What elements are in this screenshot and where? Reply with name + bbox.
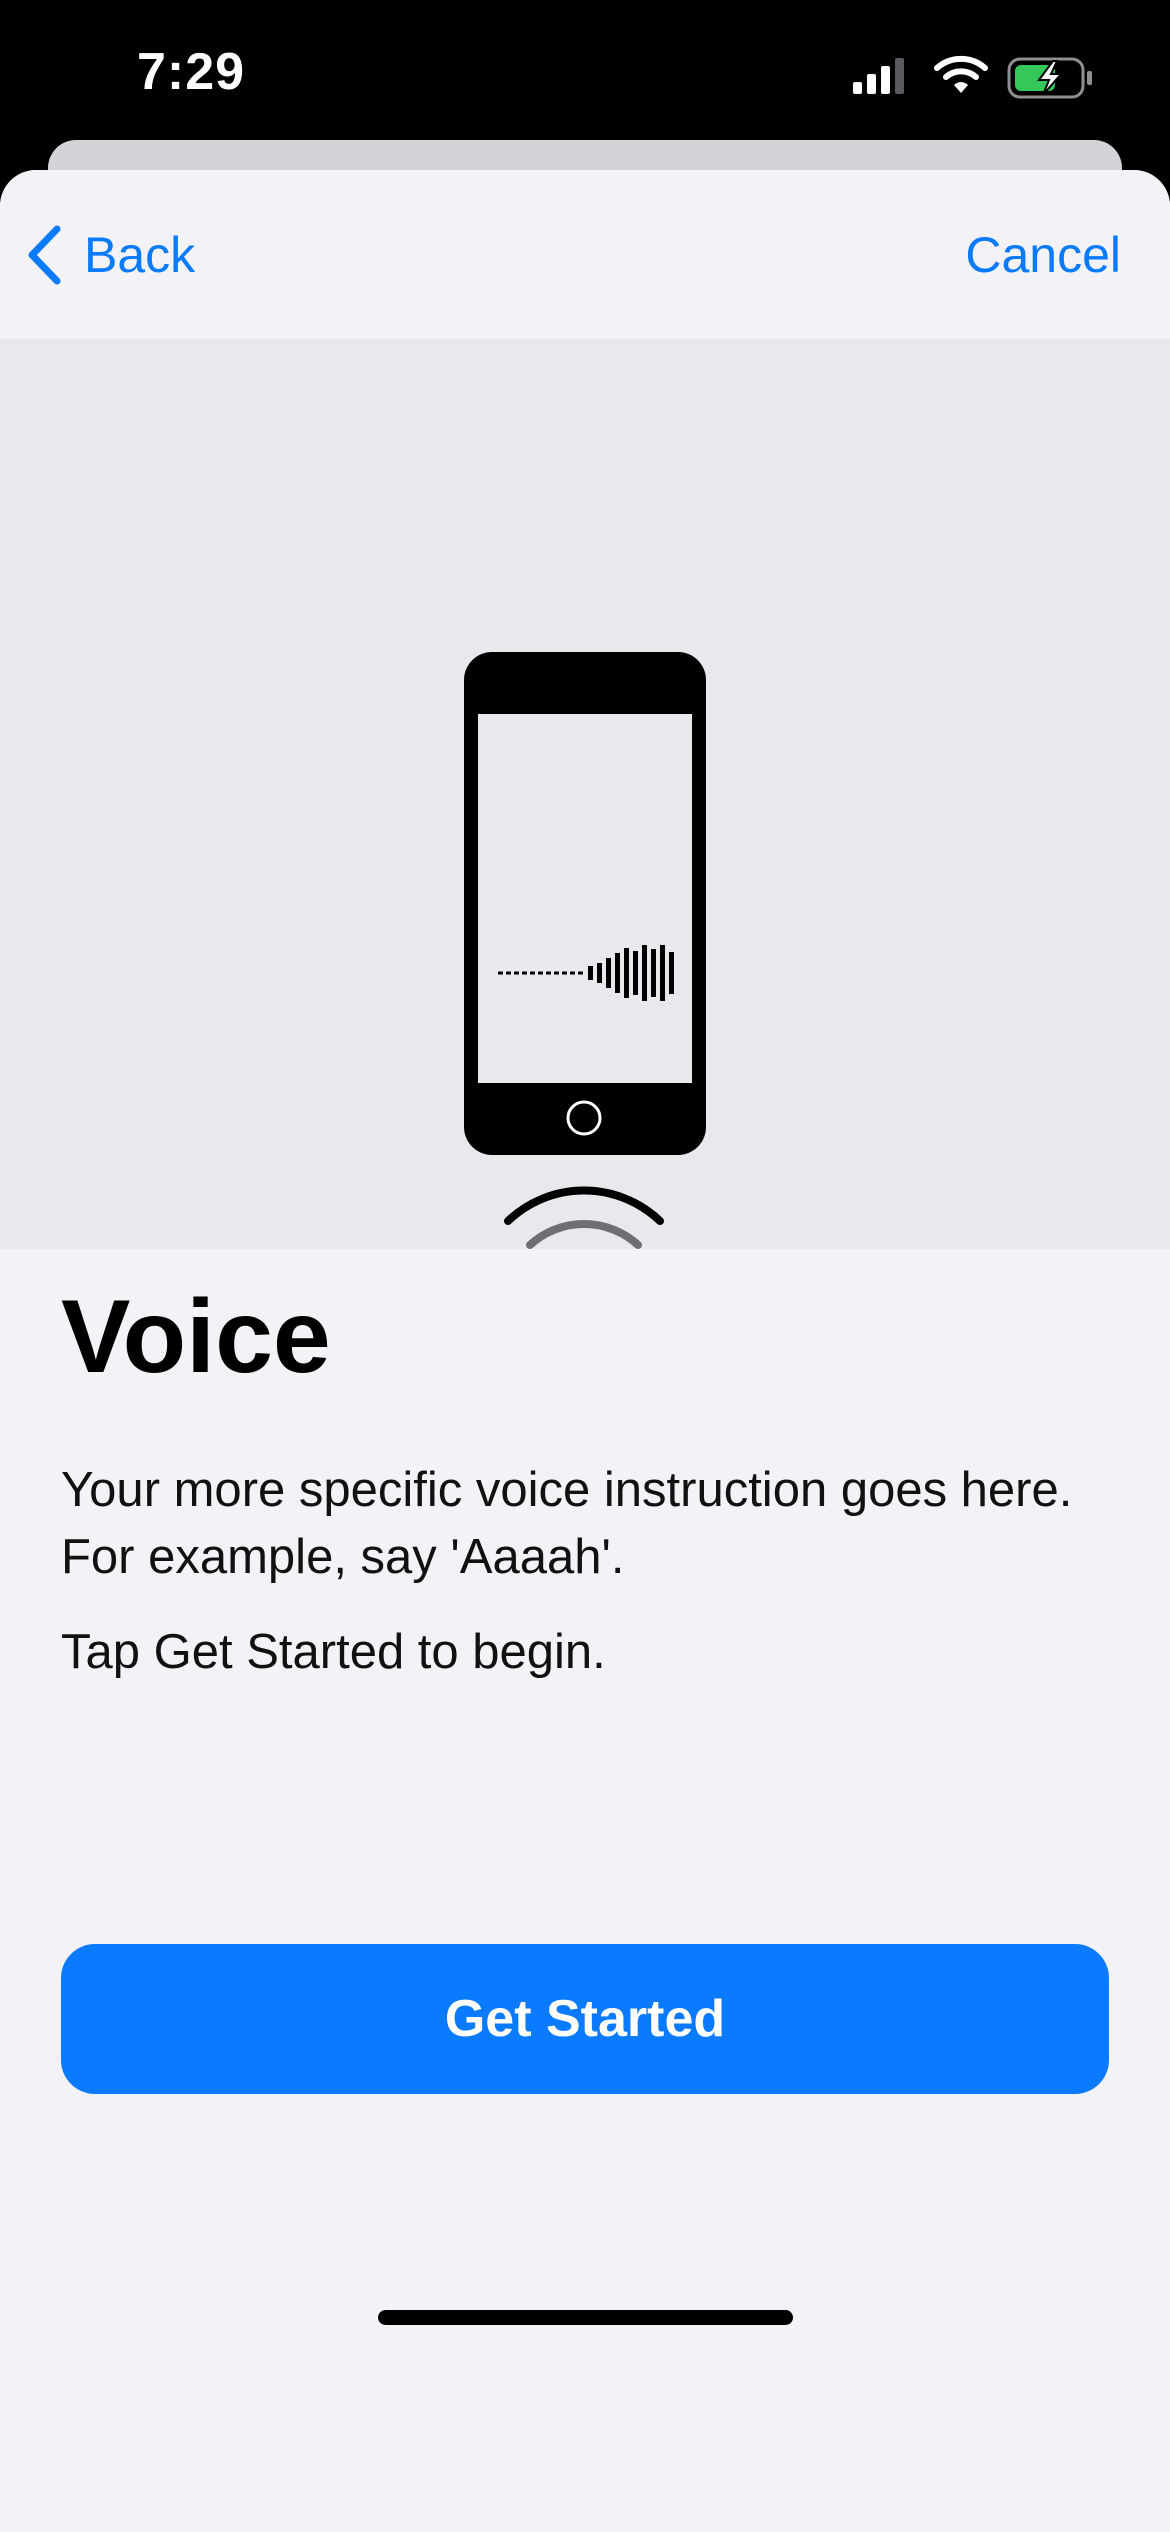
battery-charging-icon xyxy=(1007,57,1092,99)
instruction-text: Your more specific voice instruction goe… xyxy=(61,1463,1073,1584)
status-time: 7:29 xyxy=(137,43,246,101)
page-title: Voice xyxy=(61,1279,331,1395)
home-indicator xyxy=(378,2310,793,2325)
cellular-signal-icon xyxy=(853,58,904,94)
phone-icon xyxy=(464,652,706,1155)
modal-sheet: Back Cancel Voice Your more specific voi… xyxy=(0,170,1170,2532)
hint-text: Tap Get Started to begin. xyxy=(61,1625,606,1679)
wifi-icon xyxy=(934,55,988,93)
voice-illustration xyxy=(0,339,1170,1249)
sound-waves-icon xyxy=(504,1186,664,1249)
status-bar: 7:29 xyxy=(0,0,1170,150)
cancel-button[interactable]: Cancel xyxy=(965,220,1121,290)
back-label: Back xyxy=(84,227,196,283)
back-button[interactable]: Back xyxy=(24,220,195,290)
get-started-button[interactable]: Get Started xyxy=(61,1944,1109,2094)
chevron-left-icon xyxy=(28,225,61,285)
content-area: Voice Your more specific voice instructi… xyxy=(61,1285,1111,1686)
navigation-bar: Back Cancel xyxy=(0,170,1170,339)
